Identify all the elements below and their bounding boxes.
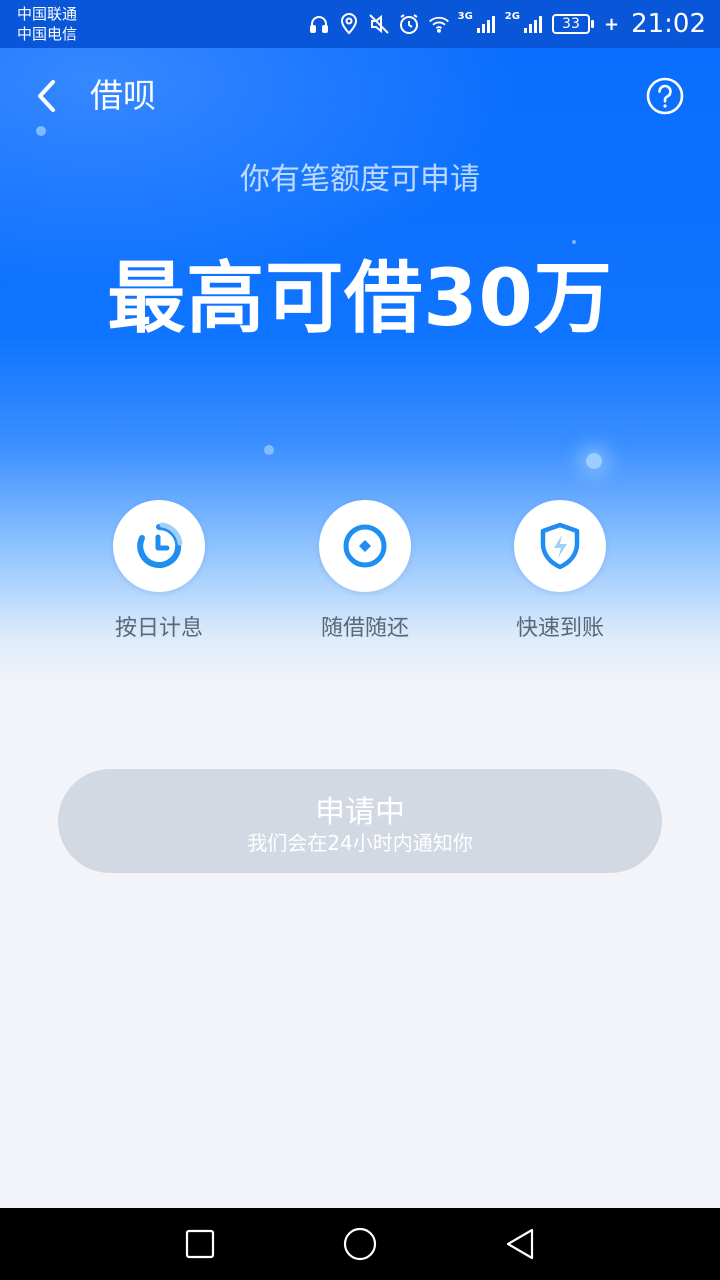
alarm-icon [398, 13, 420, 35]
carrier-info: 中国联通 中国电信 [17, 4, 77, 44]
apply-subtitle: 我们会在24小时内通知你 [247, 831, 473, 855]
network-type-1: 3G [457, 10, 473, 22]
feature-list: 按日计息 随借随还 快速到账 [0, 500, 720, 642]
credit-subtitle: 你有笔额度可申请 [240, 162, 480, 197]
mute-icon [368, 13, 390, 35]
battery-level: 33 [551, 14, 590, 34]
signal-icon-2 [522, 13, 544, 35]
charging-icon: + [603, 13, 620, 35]
credit-headline: 最高可借30万 [107, 254, 613, 344]
apply-status-button[interactable]: 申请中 我们会在24小时内通知你 [58, 769, 662, 873]
question-circle-icon [646, 77, 684, 115]
nav-header: 借呗 [0, 48, 720, 144]
chevron-left-icon [38, 80, 55, 112]
back-icon [506, 1228, 534, 1260]
feature-label: 按日计息 [114, 616, 203, 641]
status-icons: 3G 2G 33 + 21:02 [308, 0, 706, 48]
clock: 21:02 [631, 9, 706, 39]
recent-apps-button[interactable] [180, 1226, 220, 1262]
feature-flexible-repay: 随借随还 [275, 500, 455, 642]
status-bar: 中国联通 中国电信 3G 2G 33 + 21:02 [0, 0, 720, 48]
hero-section: 借呗 你有笔额度可申请 最高可借30万 按日计息 随借随还 快速到账 [0, 48, 720, 688]
help-button[interactable] [646, 77, 684, 115]
home-button[interactable] [340, 1226, 380, 1262]
wifi-icon [428, 13, 450, 35]
battery-icon: 33 [551, 14, 594, 34]
carrier-1: 中国联通 [17, 5, 78, 23]
home-icon [343, 1227, 377, 1261]
back-button[interactable] [26, 74, 66, 118]
apply-title: 申请中 [315, 795, 405, 830]
recent-apps-icon [185, 1229, 215, 1259]
system-nav-bar [0, 1208, 720, 1280]
back-nav-button[interactable] [500, 1226, 540, 1262]
feature-daily-interest: 按日计息 [69, 500, 249, 642]
headset-icon [308, 13, 330, 35]
location-icon [338, 13, 360, 35]
feature-label: 随借随还 [320, 616, 409, 641]
carrier-2: 中国电信 [17, 25, 78, 43]
page-title: 借呗 [90, 76, 156, 115]
shield-bolt-icon [540, 522, 580, 570]
circle-diamond-icon [343, 524, 387, 568]
signal-icon [475, 13, 497, 35]
network-type-2: 2G [504, 10, 520, 22]
clock-pie-icon [137, 522, 183, 568]
feature-fast-arrival: 快速到账 [470, 500, 650, 642]
feature-label: 快速到账 [515, 616, 604, 641]
